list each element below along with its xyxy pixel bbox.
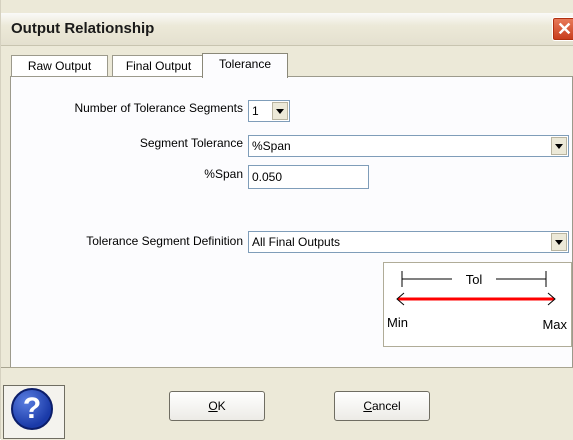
tab-tolerance[interactable]: Tolerance <box>202 53 288 78</box>
close-icon: ✕ <box>557 19 573 39</box>
tab-strip: Raw Output Final Output Tolerance <box>11 53 571 78</box>
segment-tolerance-select[interactable]: %Span <box>248 135 569 157</box>
segment-definition-select[interactable]: All Final Outputs <box>248 231 569 253</box>
chevron-down-icon <box>276 109 284 114</box>
ok-button[interactable]: OK <box>169 391 265 421</box>
cancel-label-rest: ancel <box>371 399 401 413</box>
segment-definition-value: All Final Outputs <box>252 235 341 249</box>
tol-label: Tol <box>466 272 483 287</box>
cancel-button[interactable]: Cancel <box>334 391 430 421</box>
ok-mnemonic: O <box>208 399 218 413</box>
segment-tolerance-value: %Span <box>252 139 291 153</box>
num-segments-label: Number of Tolerance Segments <box>74 101 243 115</box>
close-button[interactable]: ✕ <box>552 17 573 41</box>
num-segments-dropdown-button[interactable] <box>272 102 288 120</box>
tab-raw-output[interactable]: Raw Output <box>11 55 108 76</box>
tolerance-diagram: Tol Min Max <box>383 262 572 347</box>
span-label: %Span <box>204 167 243 181</box>
segment-tolerance-label: Segment Tolerance <box>139 136 243 150</box>
dialog-title: Output Relationship <box>11 20 155 37</box>
help-button[interactable]: ? <box>3 385 65 439</box>
num-segments-select[interactable]: 1 <box>248 100 290 122</box>
tolerance-diagram-svg: Tol Min Max <box>387 271 567 332</box>
min-label: Min <box>387 315 408 330</box>
num-segments-value: 1 <box>252 104 259 118</box>
span-input[interactable]: 0.050 <box>248 165 369 189</box>
title-bar: Output Relationship ✕ <box>1 13 573 46</box>
segment-definition-dropdown-button[interactable] <box>551 233 567 251</box>
button-bar <box>1 367 573 440</box>
tab-final-output[interactable]: Final Output <box>112 55 205 76</box>
span-value: 0.050 <box>252 170 283 184</box>
chevron-down-icon <box>555 144 563 149</box>
max-label: Max <box>542 317 567 332</box>
ok-label-rest: K <box>217 399 226 413</box>
chevron-down-icon <box>555 240 563 245</box>
segment-tolerance-dropdown-button[interactable] <box>551 137 567 155</box>
segment-definition-label: Tolerance Segment Definition <box>86 234 243 248</box>
cancel-mnemonic: C <box>363 399 372 413</box>
output-relationship-dialog: Output Relationship ✕ Raw Output Final O… <box>0 0 573 440</box>
question-mark-icon: ? <box>11 388 53 430</box>
